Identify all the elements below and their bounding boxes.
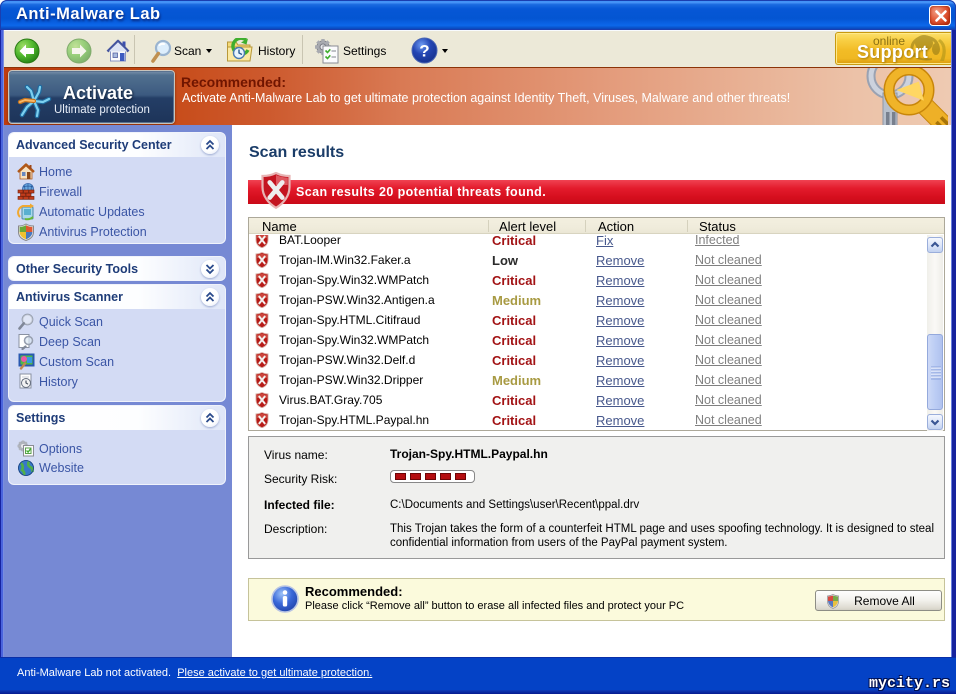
svg-text:?: ? (419, 42, 429, 61)
